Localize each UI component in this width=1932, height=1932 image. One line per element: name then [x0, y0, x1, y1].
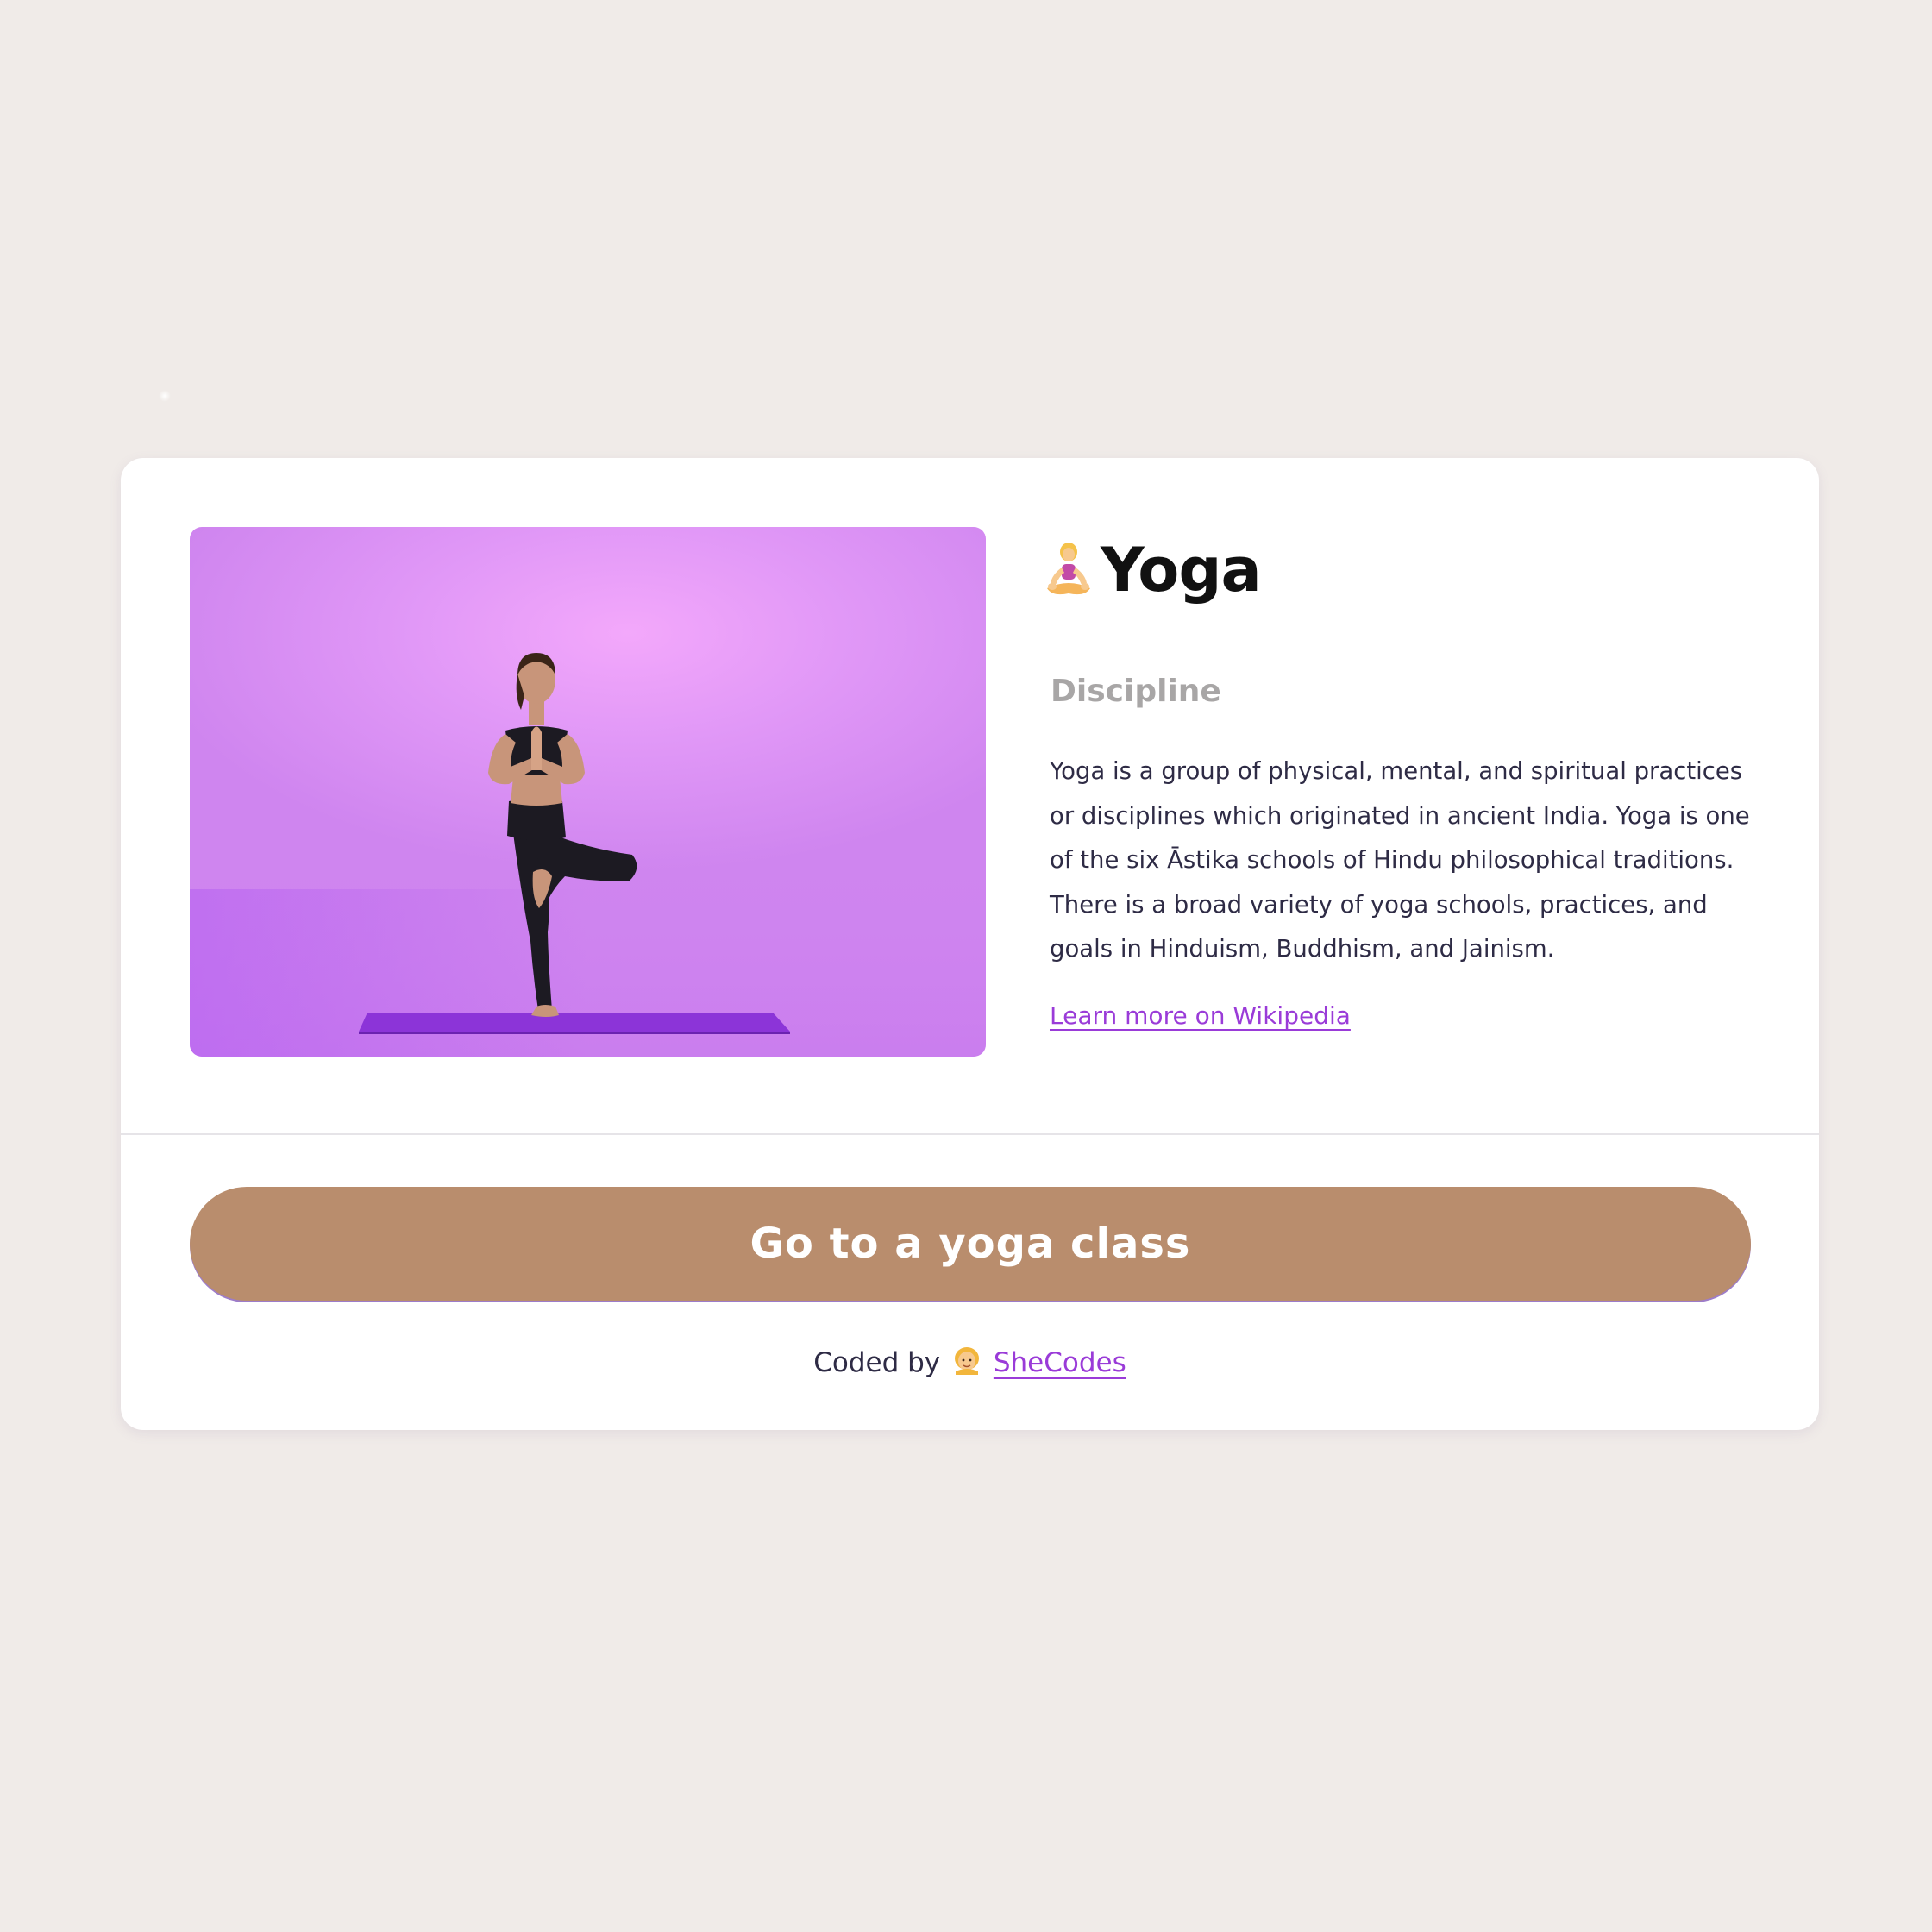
divider: [121, 1133, 1819, 1135]
shecodes-link[interactable]: SheCodes: [994, 1347, 1126, 1378]
page-title: Yoga: [1042, 527, 1262, 613]
subtitle: Discipline: [1051, 674, 1221, 709]
lotus-position-icon: [1042, 540, 1095, 600]
woman-icon: [952, 1346, 982, 1382]
sparkle-decoration: [159, 390, 171, 402]
wikipedia-link[interactable]: Learn more on Wikipedia: [1050, 1001, 1351, 1030]
title-text: Yoga: [1101, 535, 1262, 605]
yoga-photo: [190, 527, 986, 1057]
footer: Coded by SheCodes: [121, 1346, 1819, 1382]
description-text: Yoga is a group of physical, mental, and…: [1050, 757, 1750, 963]
yoga-card: Yoga Discipline Yoga is a group of physi…: [121, 458, 1819, 1430]
footer-prefix: Coded by: [813, 1347, 941, 1378]
yoga-mat: [359, 1013, 790, 1032]
go-to-yoga-class-button[interactable]: Go to a yoga class: [190, 1187, 1751, 1301]
woman-tree-pose-illustration: [190, 653, 986, 1057]
